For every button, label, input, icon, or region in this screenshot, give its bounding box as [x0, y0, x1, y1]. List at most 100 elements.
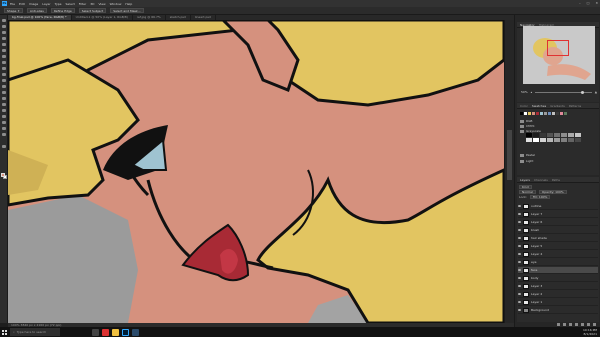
swatch[interactable]: [564, 112, 567, 115]
layer-row[interactable]: Layer 5: [518, 243, 598, 250]
blend-mode-select[interactable]: Normal: [519, 190, 536, 194]
eye-icon[interactable]: [518, 213, 521, 215]
tab-patterns[interactable]: Patterns: [569, 104, 581, 108]
layer-row[interactable]: body: [518, 275, 598, 282]
option-shape[interactable]: Shape ✦: [4, 8, 23, 13]
swatch[interactable]: [524, 112, 527, 115]
marquee-tool-icon[interactable]: [2, 25, 6, 28]
layer-row[interactable]: Background: [518, 307, 598, 314]
swatch[interactable]: [528, 112, 531, 115]
swatch[interactable]: [547, 138, 553, 142]
layer-row[interactable]: Layer 3: [518, 283, 598, 290]
swatch[interactable]: [533, 138, 539, 142]
eye-icon[interactable]: [518, 269, 521, 271]
swatch[interactable]: [561, 138, 567, 142]
swatch[interactable]: [554, 138, 560, 142]
close-icon[interactable]: ✕: [595, 1, 598, 5]
menu-help[interactable]: Help: [125, 2, 132, 6]
photoshop-taskbar-icon[interactable]: [122, 328, 129, 336]
menu-image[interactable]: Image: [29, 2, 38, 6]
foreground-color-swatch[interactable]: [1, 173, 5, 177]
eye-icon[interactable]: [518, 261, 521, 263]
zoom-slider[interactable]: [535, 90, 592, 94]
menu-layer[interactable]: Layer: [42, 2, 50, 6]
eye-icon[interactable]: [518, 221, 521, 223]
swatch[interactable]: [544, 112, 547, 115]
swatch[interactable]: [526, 133, 532, 137]
tab-channels[interactable]: Channels: [534, 178, 548, 182]
add-mask-icon[interactable]: [569, 323, 572, 326]
swatch[interactable]: [532, 112, 535, 115]
swatch[interactable]: [526, 138, 532, 142]
system-tray-clock[interactable]: 10:16 PM 8/1/2021: [583, 328, 597, 336]
tab-layers[interactable]: Layers: [520, 178, 530, 182]
menu-view[interactable]: View: [98, 2, 105, 6]
navigator-view-box[interactable]: [547, 40, 569, 56]
crop-tool-icon[interactable]: [2, 43, 6, 46]
path-selection-tool-icon[interactable]: [2, 115, 6, 118]
swatch[interactable]: [520, 112, 523, 115]
option-anti-alias[interactable]: Anti-alias: [26, 8, 47, 13]
eye-icon[interactable]: [518, 237, 521, 239]
menu-type[interactable]: Type: [55, 2, 62, 6]
eye-icon[interactable]: [518, 277, 521, 279]
layer-row[interactable]: Layer 2: [518, 291, 598, 298]
eye-icon[interactable]: [518, 293, 521, 295]
swatch-folder[interactable]: Pastel: [520, 153, 535, 157]
move-tool-icon[interactable]: [2, 19, 6, 22]
add-style-icon[interactable]: [563, 323, 566, 326]
swatch[interactable]: [547, 133, 553, 137]
swatch[interactable]: [548, 112, 551, 115]
eye-icon[interactable]: [518, 205, 521, 207]
tab-gradients[interactable]: Gradients: [550, 104, 565, 108]
eyedropper-tool-icon[interactable]: [2, 49, 6, 52]
start-button[interactable]: [0, 327, 8, 337]
option-select-subject[interactable]: Select Subject: [78, 8, 107, 13]
layer-row[interactable]: eye: [518, 259, 598, 266]
menu-file[interactable]: File: [10, 2, 15, 6]
blur-tool-icon[interactable]: [2, 91, 6, 94]
swatch[interactable]: [554, 133, 560, 137]
layer-row[interactable]: Layer 6: [518, 219, 598, 226]
zoom-in-icon[interactable]: ▲: [595, 90, 597, 94]
document-canvas[interactable]: [8, 20, 504, 323]
file-explorer-icon[interactable]: [112, 328, 119, 336]
new-layer-icon[interactable]: [587, 323, 590, 326]
navigator-thumbnail[interactable]: [523, 26, 595, 84]
swatch-folder[interactable]: Light: [520, 159, 534, 163]
eye-icon[interactable]: [518, 229, 521, 231]
menu-window[interactable]: Window: [110, 2, 122, 6]
hand-tool-icon[interactable]: [2, 127, 6, 130]
option-refine-edge[interactable]: Refine Edge: [50, 8, 75, 13]
zoom-out-icon[interactable]: ▴: [531, 90, 533, 94]
layer-row[interactable]: Layer 4: [518, 251, 598, 258]
layer-filter-kind[interactable]: Kind: [519, 185, 532, 189]
menu-3d[interactable]: 3D: [90, 2, 94, 6]
eye-icon[interactable]: [518, 285, 521, 287]
new-group-icon[interactable]: [581, 323, 584, 326]
menu-select[interactable]: Select: [66, 2, 75, 6]
type-tool-icon[interactable]: [2, 109, 6, 112]
layer-row[interactable]: blush: [518, 227, 598, 234]
option-select-and-mask[interactable]: Select and Mask...: [110, 8, 144, 13]
healing-brush-tool-icon[interactable]: [2, 55, 6, 58]
vertical-scrollbar[interactable]: [504, 20, 514, 323]
swatch[interactable]: [536, 112, 539, 115]
link-layers-icon[interactable]: [557, 323, 560, 326]
swatch-folder[interactable]: CMYK: [520, 124, 534, 128]
swatch[interactable]: [556, 112, 559, 115]
swatch[interactable]: [533, 133, 539, 137]
opacity-field[interactable]: Opacity: 100%: [538, 190, 567, 194]
task-view-icon[interactable]: [92, 328, 99, 336]
layer-row[interactable]: Layer 7: [518, 211, 598, 218]
layer-row[interactable]: hair shade: [518, 235, 598, 242]
more-tools-icon[interactable]: [2, 145, 6, 148]
shape-tool-icon[interactable]: [2, 121, 6, 124]
trash-icon[interactable]: [593, 323, 596, 326]
swatch[interactable]: [552, 112, 555, 115]
gradient-tool-icon[interactable]: [2, 85, 6, 88]
maximize-icon[interactable]: □: [587, 1, 590, 5]
menu-edit[interactable]: Edit: [19, 2, 25, 6]
swatch[interactable]: [540, 112, 543, 115]
zoom-tool-icon[interactable]: [2, 133, 6, 136]
